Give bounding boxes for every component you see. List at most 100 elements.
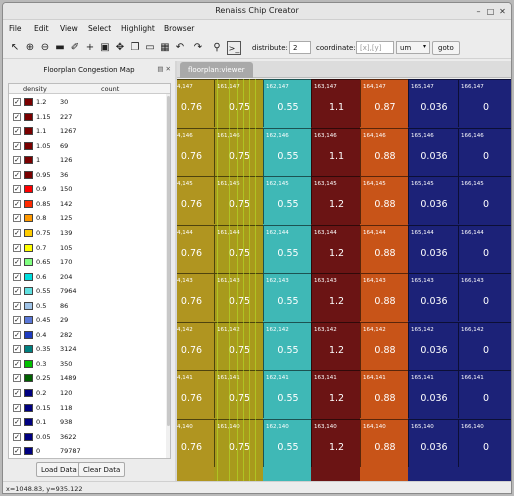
grid-cell[interactable]: 164,146 0.88 bbox=[360, 127, 409, 176]
terminal-icon[interactable]: >_ bbox=[227, 41, 241, 55]
grid-cell[interactable]: 164,147 0.76 bbox=[177, 79, 215, 127]
grid-cell[interactable]: 163,140 1.2 bbox=[311, 418, 361, 467]
search-icon[interactable]: ⚲ bbox=[210, 41, 224, 55]
grid-icon[interactable]: ▦ bbox=[158, 41, 172, 55]
grid-cell[interactable]: 166,147 0 bbox=[458, 79, 511, 127]
grid-cell[interactable]: 165,140 0.036 bbox=[408, 418, 459, 467]
grid-cell[interactable]: 162,146 0.55 bbox=[263, 127, 312, 176]
grid-cell[interactable]: 162,147 0.55 bbox=[263, 79, 312, 127]
grid-cell[interactable]: 165,147 0.036 bbox=[408, 79, 459, 127]
grid-cell[interactable]: 165,141 0.036 bbox=[408, 370, 459, 418]
checkbox[interactable]: ✓ bbox=[13, 301, 21, 310]
grid-cell[interactable]: 165,145 0.036 bbox=[408, 176, 459, 224]
grid-cell[interactable]: 162,144 0.55 bbox=[263, 224, 312, 273]
grid-cell[interactable]: 162,142 0.55 bbox=[263, 321, 312, 370]
checkbox[interactable]: ✓ bbox=[13, 418, 21, 427]
checkbox[interactable]: ✓ bbox=[13, 228, 21, 237]
grid-cell[interactable]: 164,144 0.88 bbox=[360, 224, 409, 273]
grid-cell[interactable]: 161,1460.75 bbox=[214, 127, 264, 176]
checkbox[interactable]: ✓ bbox=[13, 112, 21, 121]
grid-cell[interactable]: 164,141 0.88 bbox=[360, 370, 409, 418]
menu-file[interactable]: File bbox=[9, 24, 22, 33]
menu-highlight[interactable]: Highlight bbox=[121, 24, 155, 33]
congestion-grid[interactable]: 164,1470.76164,1460.76164,1450.76164,144… bbox=[177, 79, 511, 481]
float-icon[interactable]: ▤ bbox=[157, 65, 163, 73]
checkbox[interactable]: ✓ bbox=[13, 432, 21, 441]
checkbox[interactable]: ✓ bbox=[13, 287, 21, 296]
checkbox[interactable]: ✓ bbox=[13, 447, 21, 456]
menu-view[interactable]: View bbox=[60, 24, 78, 33]
grid-cell[interactable]: 161,1440.75 bbox=[214, 224, 264, 273]
checkbox[interactable]: ✓ bbox=[13, 243, 21, 252]
close-panel-icon[interactable]: ✕ bbox=[166, 65, 171, 73]
checkbox[interactable]: ✓ bbox=[13, 345, 21, 354]
checkbox[interactable]: ✓ bbox=[13, 330, 21, 339]
add-icon[interactable]: + bbox=[83, 41, 97, 55]
goto-button[interactable]: goto bbox=[432, 41, 460, 55]
checkbox[interactable]: ✓ bbox=[13, 316, 21, 325]
checkbox[interactable]: ✓ bbox=[13, 272, 21, 281]
grid-cell[interactable]: 165,144 0.036 bbox=[408, 224, 459, 273]
clear-data-button[interactable]: Clear Data bbox=[78, 462, 126, 477]
grid-cell[interactable]: 164,147 0.87 bbox=[360, 79, 409, 127]
grid-cell[interactable]: 166,145 0 bbox=[458, 176, 511, 224]
grid-cell[interactable]: 166,144 0 bbox=[458, 224, 511, 273]
grid-cell[interactable]: 161,1430.75 bbox=[214, 273, 264, 321]
checkbox[interactable]: ✓ bbox=[13, 127, 21, 136]
grid-cell[interactable]: 161,1410.75 bbox=[214, 370, 264, 418]
copy-icon[interactable]: ❐ bbox=[128, 41, 142, 55]
scroll-thumb[interactable] bbox=[167, 96, 170, 426]
minimize-icon[interactable]: – bbox=[473, 6, 484, 17]
menu-browser[interactable]: Browser bbox=[164, 24, 194, 33]
grid-cell[interactable]: 163,145 1.2 bbox=[311, 176, 361, 224]
select-arrow-icon[interactable]: ↖ bbox=[8, 41, 22, 55]
grid-cell[interactable]: 164,140 0.88 bbox=[360, 418, 409, 467]
checkbox[interactable]: ✓ bbox=[13, 214, 21, 223]
broom-icon[interactable]: ✐ bbox=[68, 41, 82, 55]
checkbox[interactable]: ✓ bbox=[13, 156, 21, 165]
distribute-input[interactable]: 2 bbox=[289, 41, 311, 54]
grid-cell[interactable]: 164,143 0.76 bbox=[177, 273, 215, 321]
grid-cell[interactable]: 161,1400.75 bbox=[214, 418, 264, 467]
unit-select[interactable]: um ▾ bbox=[396, 41, 430, 54]
checkbox[interactable]: ✓ bbox=[13, 374, 21, 383]
grid-cell[interactable]: 162,141 0.55 bbox=[263, 370, 312, 418]
wire-icon[interactable]: ▬ bbox=[53, 41, 67, 55]
grid-cell[interactable]: 163,147 1.1 bbox=[311, 79, 361, 127]
menu-select[interactable]: Select bbox=[88, 24, 111, 33]
grid-cell[interactable]: 166,140 0 bbox=[458, 418, 511, 467]
tab-floorplan-viewer[interactable]: floorplan:viewer bbox=[180, 62, 253, 78]
zoom-in-icon[interactable]: ⊕ bbox=[23, 41, 37, 55]
checkbox[interactable]: ✓ bbox=[13, 359, 21, 368]
grid-cell[interactable]: 165,146 0.036 bbox=[408, 127, 459, 176]
checkbox[interactable]: ✓ bbox=[13, 98, 21, 106]
load-data-button[interactable]: Load Data bbox=[36, 462, 82, 477]
checkbox[interactable]: ✓ bbox=[13, 141, 21, 150]
grid-cell[interactable]: 164,145 0.76 bbox=[177, 176, 215, 224]
coordinate-input[interactable]: [x],[y] bbox=[356, 41, 394, 54]
grid-cell[interactable]: 166,142 0 bbox=[458, 321, 511, 370]
undo-icon[interactable]: ↶ bbox=[173, 41, 187, 55]
zoom-out-icon[interactable]: ⊖ bbox=[38, 41, 52, 55]
grid-cell[interactable]: 161,1450.75 bbox=[214, 176, 264, 224]
instance-icon[interactable]: ▣ bbox=[98, 41, 112, 55]
maximize-icon[interactable]: □ bbox=[485, 6, 496, 17]
grid-cell[interactable]: 165,142 0.036 bbox=[408, 321, 459, 370]
checkbox[interactable]: ✓ bbox=[13, 258, 21, 267]
move-icon[interactable]: ✥ bbox=[113, 41, 127, 55]
grid-cell[interactable]: 163,141 1.2 bbox=[311, 370, 361, 418]
grid-cell[interactable]: 166,143 0 bbox=[458, 273, 511, 321]
checkbox[interactable]: ✓ bbox=[13, 403, 21, 412]
grid-cell[interactable]: 164,142 0.88 bbox=[360, 321, 409, 370]
menu-edit[interactable]: Edit bbox=[34, 24, 49, 33]
grid-cell[interactable]: 162,143 0.55 bbox=[263, 273, 312, 321]
checkbox[interactable]: ✓ bbox=[13, 389, 21, 397]
checkbox[interactable]: ✓ bbox=[13, 199, 21, 208]
grid-cell[interactable]: 163,142 1.2 bbox=[311, 321, 361, 370]
redo-icon[interactable]: ↷ bbox=[191, 41, 205, 55]
grid-cell[interactable]: 161,1420.75 bbox=[214, 321, 264, 370]
grid-cell[interactable]: 162,140 0.55 bbox=[263, 418, 312, 467]
grid-cell[interactable]: 162,145 0.55 bbox=[263, 176, 312, 224]
grid-cell[interactable]: 164,140 0.76 bbox=[177, 418, 215, 467]
ruler-icon[interactable]: ▭ bbox=[143, 41, 157, 55]
